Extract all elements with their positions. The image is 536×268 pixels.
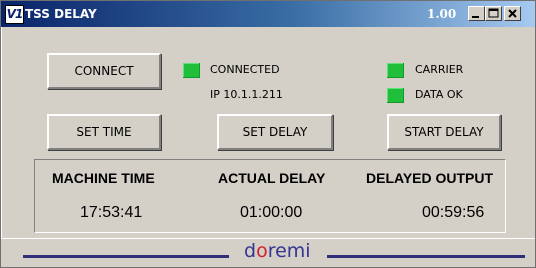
delayed-output-value: 00:59:56	[422, 204, 485, 221]
close-button[interactable]	[504, 6, 521, 21]
footer-line-right	[327, 255, 525, 258]
ip-address-label: IP 10.1.1.211	[210, 88, 283, 101]
machine-time-label: MACHINE TIME	[52, 170, 155, 186]
tss-delay-window: V1 TSS DELAY 1.00 CONNECT CONNECTED IP 1…	[0, 0, 536, 268]
carrier-label: CARRIER	[415, 63, 464, 76]
version-label: 1.00	[427, 7, 457, 21]
actual-delay-label: ACTUAL DELAY	[218, 170, 326, 186]
logo-suffix: remi	[267, 240, 311, 262]
logo-accent: o	[256, 240, 268, 262]
doremi-logo: doremi	[244, 240, 311, 262]
set-time-button[interactable]: SET TIME	[47, 114, 161, 150]
actual-delay-value: 01:00:00	[240, 204, 303, 221]
footer: doremi	[1, 238, 535, 267]
minimize-button[interactable]	[468, 6, 485, 21]
readout-panel: MACHINE TIME ACTUAL DELAY DELAYED OUTPUT…	[34, 159, 506, 233]
footer-line-left	[23, 255, 229, 258]
logo-prefix: d	[244, 240, 257, 262]
close-icon	[508, 9, 517, 18]
carrier-indicator	[387, 63, 404, 78]
machine-time-value: 17:53:41	[80, 204, 143, 221]
connected-indicator	[183, 63, 200, 78]
connected-label: CONNECTED	[210, 63, 280, 76]
data-ok-indicator	[387, 88, 404, 103]
connect-button[interactable]: CONNECT	[47, 53, 161, 89]
set-delay-button[interactable]: SET DELAY	[217, 114, 333, 150]
data-ok-label: DATA OK	[415, 88, 463, 101]
start-delay-button[interactable]: START DELAY	[387, 114, 501, 150]
maximize-button[interactable]	[485, 6, 502, 21]
minimize-icon	[472, 16, 479, 18]
title-bar[interactable]: V1 TSS DELAY 1.00	[1, 1, 535, 27]
window-title: TSS DELAY	[25, 7, 97, 21]
delayed-output-label: DELAYED OUTPUT	[366, 170, 494, 186]
app-icon: V1	[5, 5, 24, 24]
maximize-icon	[488, 8, 499, 18]
